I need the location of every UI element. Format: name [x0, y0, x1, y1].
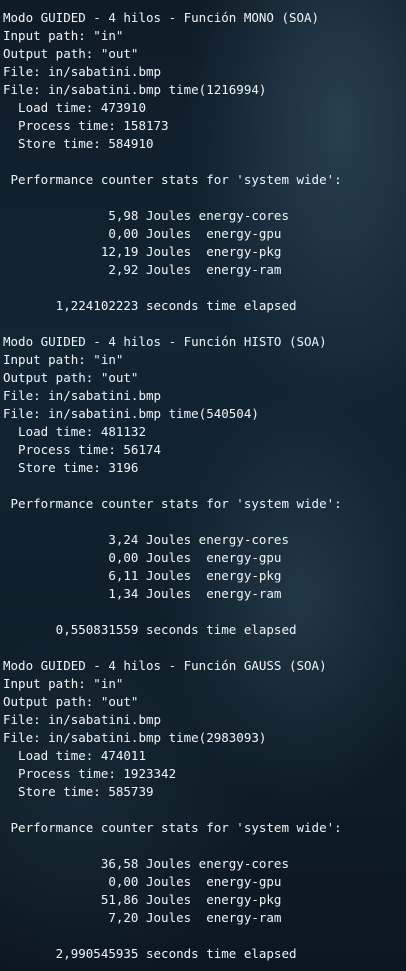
terminal-line: 3,24 Joules energy-cores	[3, 532, 289, 547]
terminal-line: Input path: "in"	[3, 676, 124, 691]
terminal-line: File: in/sabatini.bmp	[3, 388, 162, 403]
terminal-line: File: in/sabatini.bmp time(540504)	[3, 406, 259, 421]
terminal-line: 6,11 Joules energy-pkg	[3, 568, 282, 583]
terminal-line: File: in/sabatini.bmp	[3, 64, 162, 79]
terminal-output: Modo GUIDED - 4 hilos - Función MONO (SO…	[3, 9, 406, 963]
terminal-line: Output path: "out"	[3, 370, 139, 385]
terminal-line: Process time: 1923342	[3, 766, 177, 781]
terminal-line: 1,34 Joules energy-ram	[3, 586, 282, 601]
terminal-line: Modo GUIDED - 4 hilos - Función HISTO (S…	[3, 334, 327, 349]
terminal-line: Modo GUIDED - 4 hilos - Función MONO (SO…	[3, 10, 320, 25]
terminal-line: File: in/sabatini.bmp	[3, 712, 162, 727]
terminal-line: 2,92 Joules energy-ram	[3, 262, 282, 277]
terminal-line: File: in/sabatini.bmp time(2983093)	[3, 730, 267, 745]
terminal-line: 2,990545935 seconds time elapsed	[3, 946, 297, 961]
terminal-line: 51,86 Joules energy-pkg	[3, 892, 282, 907]
terminal-line: Modo GUIDED - 4 hilos - Función GAUSS (S…	[3, 658, 327, 673]
terminal-window[interactable]: Modo GUIDED - 4 hilos - Función MONO (SO…	[0, 0, 406, 971]
terminal-line: Store time: 584910	[3, 136, 154, 151]
terminal-line: 5,98 Joules energy-cores	[3, 208, 289, 223]
terminal-line: 1,224102223 seconds time elapsed	[3, 298, 297, 313]
terminal-line: Output path: "out"	[3, 46, 139, 61]
terminal-line: Output path: "out"	[3, 694, 139, 709]
terminal-line: Load time: 481132	[3, 424, 146, 439]
terminal-line: Performance counter stats for 'system wi…	[3, 820, 342, 835]
terminal-line: Input path: "in"	[3, 28, 124, 43]
terminal-line: 7,20 Joules energy-ram	[3, 910, 282, 925]
terminal-line: 0,00 Joules energy-gpu	[3, 550, 282, 565]
terminal-line: Input path: "in"	[3, 352, 124, 367]
terminal-line: 0,00 Joules energy-gpu	[3, 226, 282, 241]
terminal-line: Process time: 56174	[3, 442, 162, 457]
terminal-line: File: in/sabatini.bmp time(1216994)	[3, 82, 267, 97]
terminal-line: Load time: 473910	[3, 100, 146, 115]
terminal-line: Performance counter stats for 'system wi…	[3, 172, 342, 187]
terminal-line: 36,58 Joules energy-cores	[3, 856, 289, 871]
terminal-line: 12,19 Joules energy-pkg	[3, 244, 282, 259]
terminal-line: Load time: 474011	[3, 748, 146, 763]
terminal-line: 0,550831559 seconds time elapsed	[3, 622, 297, 637]
terminal-line: Store time: 3196	[3, 460, 139, 475]
terminal-line: 0,00 Joules energy-gpu	[3, 874, 282, 889]
terminal-line: Process time: 158173	[3, 118, 169, 133]
terminal-line: Performance counter stats for 'system wi…	[3, 496, 342, 511]
terminal-line: Store time: 585739	[3, 784, 154, 799]
